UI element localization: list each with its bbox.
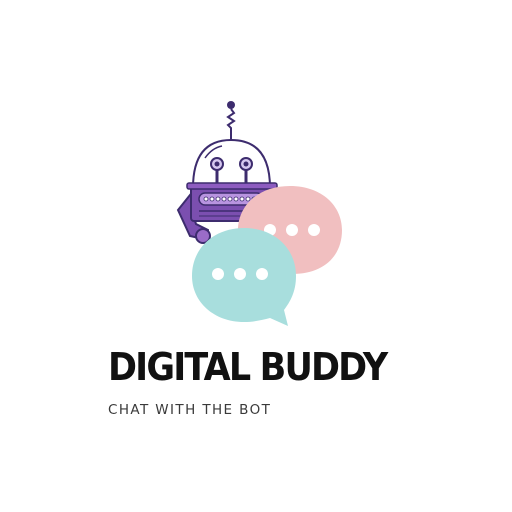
brand-title: DIGITAL BUDDY — [108, 345, 388, 389]
logo-canvas: DIGITAL BUDDY CHAT WITH THE BOT — [0, 0, 512, 512]
logo-art — [176, 101, 342, 326]
brand-tagline: CHAT WITH THE BOT — [108, 402, 272, 418]
